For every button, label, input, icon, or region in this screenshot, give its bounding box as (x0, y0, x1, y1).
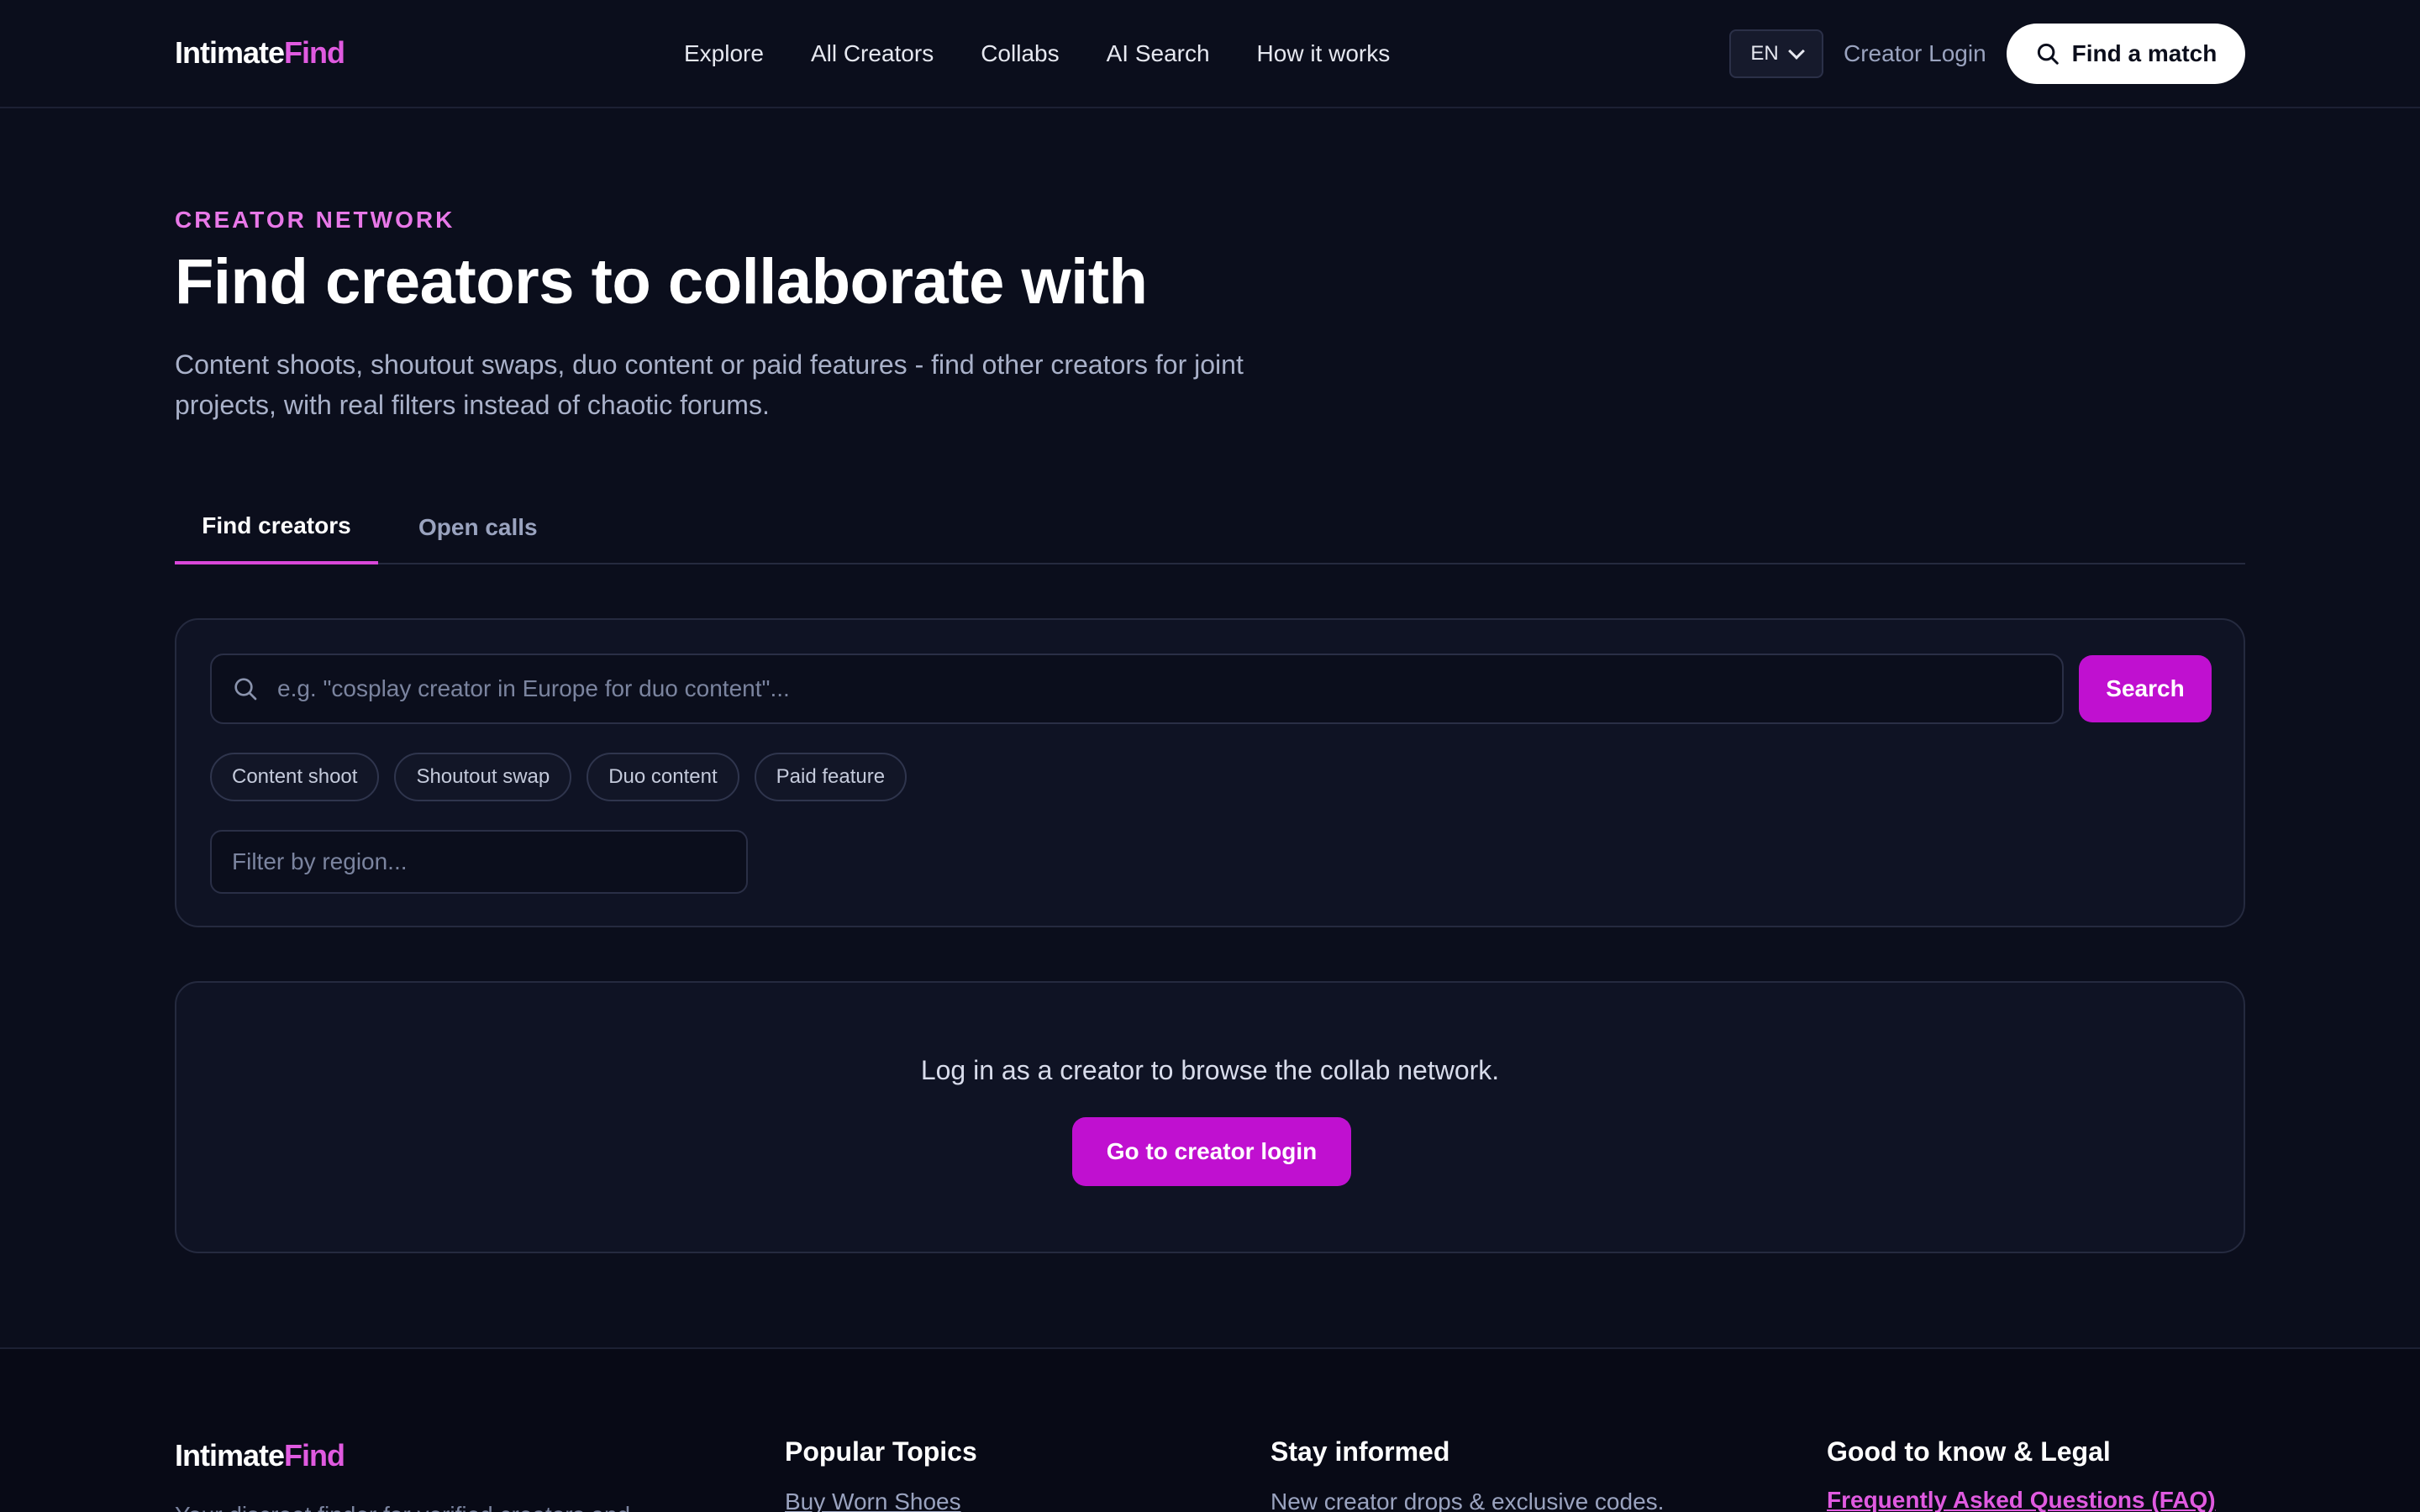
chip-duo-content[interactable]: Duo content (587, 753, 739, 801)
search-panel: Search Content shoot Shoutout swap Duo c… (175, 618, 2245, 927)
region-filter-input[interactable] (210, 830, 748, 894)
search-icon (234, 678, 257, 701)
footer-stay-informed-heading: Stay informed (1270, 1436, 1450, 1467)
chip-paid-feature[interactable]: Paid feature (754, 753, 908, 801)
login-prompt-message: Log in as a creator to browse the collab… (920, 1055, 1500, 1085)
section-eyebrow: CREATOR NETWORK (175, 207, 455, 233)
chip-content-shoot[interactable]: Content shoot (210, 753, 380, 801)
search-field-wrapper (210, 654, 2064, 724)
logo-text-accent: Find (284, 35, 345, 70)
footer-legal-heading: Good to know & Legal (1827, 1436, 2111, 1467)
find-a-match-label: Find a match (2071, 40, 2217, 66)
login-prompt-card: Log in as a creator to browse the collab… (175, 981, 2245, 1253)
nav-link-ai-search[interactable]: AI Search (1107, 40, 1210, 67)
nav-link-all-creators[interactable]: All Creators (811, 40, 934, 67)
main-nav: Explore All Creators Collabs AI Search H… (684, 40, 1437, 67)
search-icon (2037, 43, 2059, 65)
chip-shoutout-swap[interactable]: Shoutout swap (394, 753, 572, 801)
page-subtitle: Content shoots, shoutout swaps, duo cont… (175, 349, 1244, 420)
tab-find-creators[interactable]: Find creators (175, 492, 378, 564)
footer-newsletter-text: New creator drops & exclusive codes. (1270, 1488, 1665, 1512)
logo-text-main: Intimate (175, 35, 285, 70)
tab-bar: Find creators Open calls (175, 492, 2245, 564)
language-select[interactable]: EN (1729, 29, 1823, 78)
tab-open-calls[interactable]: Open calls (418, 492, 538, 564)
footer-logo-text-accent: Find (284, 1438, 345, 1473)
footer-logo[interactable]: IntimateFind (175, 1438, 345, 1473)
search-button[interactable]: Search (2079, 655, 2212, 722)
creator-login-link[interactable]: Creator Login (1844, 40, 1986, 67)
find-a-match-button[interactable]: Find a match (2007, 24, 2245, 84)
go-to-creator-login-button[interactable]: Go to creator login (1072, 1117, 1351, 1186)
footer-link-buy-worn-shoes[interactable]: Buy Worn Shoes (785, 1488, 961, 1512)
footer-tagline: Your discreet finder for verified creato… (175, 1502, 630, 1512)
nav-link-how-it-works[interactable]: How it works (1257, 40, 1391, 67)
site-footer: IntimateFind Your discreet finder for ve… (0, 1347, 2420, 1512)
top-navigation-bar: IntimateFind Explore All Creators Collab… (0, 0, 2420, 108)
site-logo[interactable]: IntimateFind (175, 35, 345, 71)
search-input[interactable] (277, 675, 2042, 702)
footer-popular-topics-heading: Popular Topics (785, 1436, 977, 1467)
nav-link-collabs[interactable]: Collabs (981, 40, 1059, 67)
collab-type-chips: Content shoot Shoutout swap Duo content … (210, 753, 908, 801)
nav-link-explore[interactable]: Explore (684, 40, 764, 67)
footer-link-faq[interactable]: Frequently Asked Questions (FAQ) (1827, 1487, 2216, 1512)
language-value: EN (1750, 42, 1779, 65)
footer-logo-text-main: Intimate (175, 1438, 285, 1473)
chevron-down-icon (1787, 43, 1805, 60)
page-title: Find creators to collaborate with (175, 246, 1148, 318)
